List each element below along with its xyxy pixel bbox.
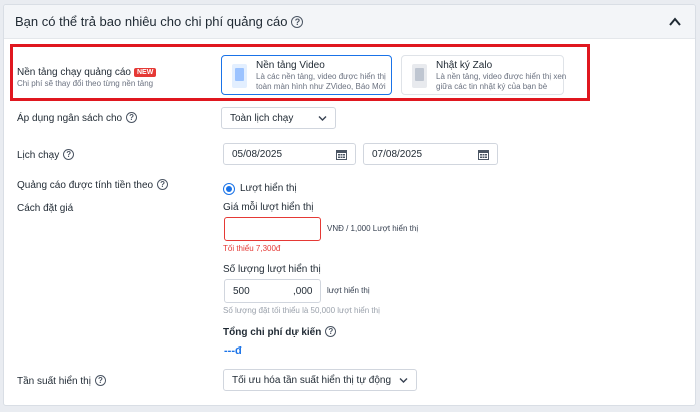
chevron-up-icon[interactable]	[669, 17, 681, 27]
ad-budget-card: Bạn có thể trả bao nhiêu cho chi phí quả…	[3, 4, 696, 406]
price-unit: VNĐ / 1,000 Lượt hiển thị	[327, 224, 419, 233]
frequency-label: Tần suất hiển thị?	[17, 375, 106, 387]
bid-label: Cách đặt giá	[17, 203, 74, 214]
highlight-box	[10, 44, 590, 101]
total-label: Tổng chi phí dự kiến?	[223, 326, 337, 338]
quantity-unit: lượt hiển thị	[327, 286, 370, 295]
help-icon[interactable]: ?	[63, 149, 75, 160]
card-header[interactable]: Bạn có thể trả bao nhiêu cho chi phí quả…	[4, 5, 695, 39]
quantity-label: Số lượng lượt hiển thị	[223, 264, 321, 275]
help-icon[interactable]: ?	[126, 112, 138, 123]
quantity-input[interactable]: 500 ,000	[224, 279, 321, 303]
help-icon[interactable]: ?	[157, 179, 169, 190]
help-icon[interactable]: ?	[291, 16, 304, 28]
chevron-down-icon	[318, 116, 327, 121]
total-value: ---đ	[224, 345, 242, 357]
frequency-select[interactable]: Tối ưu hóa tần suất hiển thị tự động	[223, 369, 417, 391]
quantity-hint: Số lượng đặt tối thiểu là 50,000 lượt hi…	[223, 306, 380, 315]
schedule-label: Lịch chạy?	[17, 149, 75, 161]
chevron-down-icon	[399, 378, 408, 383]
price-label: Giá mỗi lượt hiển thị	[223, 202, 314, 213]
start-date-input[interactable]: 05/08/2025	[223, 143, 356, 165]
billing-radio-impressions[interactable]	[223, 183, 235, 195]
help-icon[interactable]: ?	[325, 326, 337, 337]
budget-apply-select[interactable]: Toàn lịch chạy	[221, 107, 336, 129]
price-error: Tối thiểu 7,300đ	[223, 244, 281, 253]
calendar-icon[interactable]	[478, 149, 489, 160]
end-date-input[interactable]: 07/08/2025	[363, 143, 498, 165]
calendar-icon[interactable]	[336, 149, 347, 160]
card-title: Bạn có thể trả bao nhiêu cho chi phí quả…	[15, 14, 304, 29]
billing-label: Quảng cáo được tính tiền theo?	[17, 179, 169, 191]
price-input[interactable]	[224, 217, 321, 241]
help-icon[interactable]: ?	[94, 375, 106, 386]
budget-apply-label: Áp dụng ngân sách cho?	[17, 112, 138, 124]
billing-option-label: Lượt hiển thị	[240, 183, 297, 194]
